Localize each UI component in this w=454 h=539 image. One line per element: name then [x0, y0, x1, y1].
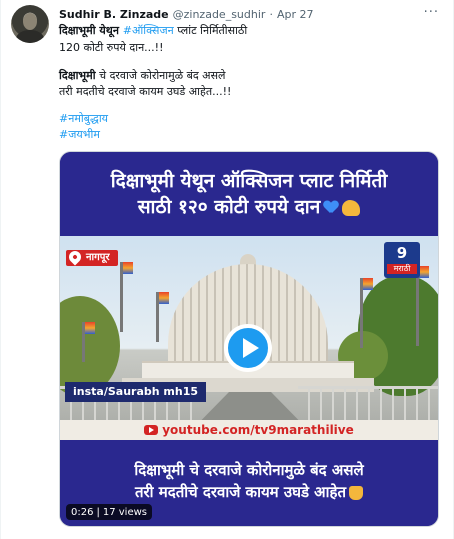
- tv9-logo-number: 9: [396, 244, 408, 262]
- hashtag-jaybhim[interactable]: #जयभीम: [59, 127, 100, 142]
- video-headline-line-2-text: साठी १२० कोटी रुपये दान: [137, 196, 321, 218]
- trees-left: [60, 296, 120, 396]
- tweet-text-line-1: दिक्षाभूमी येथून #ऑक्सिजन प्लांट निर्मित…: [59, 23, 439, 38]
- video-bottom-line-1: दिक्षाभूमी चे दरवाजे कोरोनामुळे बंद असले: [134, 461, 364, 479]
- line3-bold: दिक्षाभूमी: [59, 69, 96, 82]
- hashtag-namobuddhay[interactable]: #नमोबुद्धाय: [59, 111, 108, 126]
- line1-prefix: दिक्षाभूमी येथून: [59, 24, 123, 37]
- tweet-text-line-4: तरी मदतीचे दरवाजे कायम उघडे आहेत...!!: [59, 85, 232, 98]
- youtube-url: youtube.com/tv9marathilive: [162, 423, 354, 437]
- flag: [120, 262, 133, 332]
- video-credit: insta/Saurabh mh15: [65, 382, 207, 402]
- flag: [360, 278, 373, 348]
- video-bottom-line-2-text: तरी मदतीचे दरवाजे कायम उघडे आहेत: [134, 483, 347, 501]
- video-views: 17 views: [102, 506, 147, 518]
- author-name[interactable]: Sudhir B. Zinzade: [59, 8, 169, 21]
- line1-suffix: प्लांट निर्मितीसाठी: [173, 24, 248, 37]
- youtube-icon: [144, 425, 159, 435]
- video-duration: 0:26: [71, 506, 94, 518]
- praying-hands-icon: [349, 485, 364, 500]
- flag: [82, 322, 95, 362]
- play-icon[interactable]: [224, 324, 272, 372]
- tweet-header: Sudhir B. Zinzade @zinzade_sudhir · Apr …: [59, 5, 313, 23]
- avatar-body: [16, 30, 44, 43]
- overlay-separator: |: [96, 506, 100, 518]
- more-options-icon[interactable]: ···: [424, 5, 439, 20]
- video-headline-banner: दिक्षाभूमी येथून ऑक्सिजन प्लाट निर्मिती …: [60, 152, 438, 236]
- header-separator: ·: [269, 7, 273, 21]
- flag: [416, 266, 429, 346]
- video-player[interactable]: दिक्षाभूमी येथून ऑक्सिजन प्लाट निर्मिती …: [59, 151, 439, 527]
- video-bottom-line-2: तरी मदतीचे दरवाजे कायम उघडे आहेत: [134, 481, 364, 503]
- tweet-text-line-2: 120 कोटी रुपये दान...!!: [59, 41, 164, 54]
- location-pin-icon: [66, 248, 84, 266]
- video-headline-line-1: दिक्षाभूमी येथून ऑक्सिजन प्लाट निर्मिती: [110, 170, 388, 192]
- flexed-biceps-icon: [342, 199, 361, 216]
- location-tag: नागपूर: [66, 248, 118, 266]
- author-handle[interactable]: @zinzade_sudhir: [173, 8, 266, 21]
- tv9-logo: 9 मराठी: [384, 242, 420, 278]
- location-label: नागपूर: [86, 252, 110, 263]
- video-headline-line-2: साठी १२० कोटी रुपये दान: [138, 194, 361, 220]
- line3-rest: चे दरवाजे कोरोनामुळे बंद असले: [95, 69, 226, 82]
- hashtag-oxygen[interactable]: #ऑक्सिजन: [123, 24, 174, 37]
- flag: [156, 292, 169, 342]
- tweet[interactable]: Sudhir B. Zinzade @zinzade_sudhir · Apr …: [0, 0, 454, 539]
- railing-right: [298, 386, 438, 420]
- tv9-logo-subtitle: मराठी: [387, 264, 417, 274]
- avatar[interactable]: [11, 5, 49, 43]
- tweet-date[interactable]: Apr 27: [277, 8, 314, 21]
- blue-heart-icon: [324, 201, 338, 214]
- tweet-text-line-3: दिक्षाभूमी चे दरवाजे कोरोनामुळे बंद असले: [59, 68, 439, 83]
- youtube-bar: youtube.com/tv9marathilive: [60, 420, 438, 440]
- avatar-face: [23, 13, 37, 30]
- video-info-overlay: 0:26 | 17 views: [66, 504, 152, 520]
- video-frame: नागपूर 9 मराठी insta/Saurabh mh15: [60, 236, 438, 440]
